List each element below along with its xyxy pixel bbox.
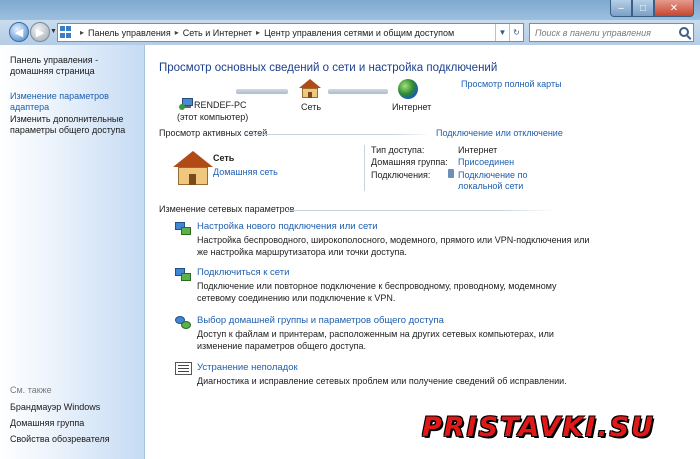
- forward-button[interactable]: ▶: [30, 22, 50, 42]
- map-connector: [328, 89, 388, 94]
- search-input[interactable]: Поиск в панели управления: [529, 23, 694, 42]
- homegroup-link[interactable]: Присоединен: [458, 157, 514, 167]
- lan-connection-link[interactable]: Подключение по локальной сети: [458, 170, 538, 192]
- connections-label: Подключения:: [371, 170, 431, 180]
- minimize-button[interactable]: –: [610, 0, 632, 17]
- divider: [288, 210, 554, 211]
- task-connect-network-desc: Подключение или повторное подключение к …: [197, 281, 557, 303]
- maximize-button[interactable]: □: [632, 0, 654, 17]
- back-button[interactable]: ◀: [9, 22, 29, 42]
- homegroup-label: Домашняя группа:: [371, 157, 448, 167]
- breadcrumb-separator-icon[interactable]: ▸: [256, 28, 260, 37]
- new-connection-icon: [175, 220, 191, 236]
- breadcrumb-network-internet[interactable]: Сеть и Интернет: [183, 28, 252, 38]
- main-panel: Просмотр основных сведений о сети и наст…: [146, 45, 700, 459]
- access-type-label: Тип доступа:: [371, 145, 425, 155]
- connect-network-icon: [175, 266, 191, 282]
- network-map-label: Сеть: [301, 102, 322, 112]
- breadcrumb-separator-icon[interactable]: ▸: [175, 28, 179, 37]
- task-homegroup-sharing[interactable]: Выбор домашней группы и параметров общег…: [197, 315, 444, 326]
- task-new-connection[interactable]: Настройка нового подключения или сети: [197, 221, 378, 232]
- divider: [364, 145, 365, 191]
- internet-map-label: Интернет: [392, 102, 432, 112]
- sidebar-home-link[interactable]: Панель управления - домашняя страница: [10, 55, 138, 77]
- page-title: Просмотр основных сведений о сети и наст…: [159, 62, 498, 74]
- refresh-icon[interactable]: ↻: [509, 24, 523, 41]
- task-troubleshoot-desc: Диагностика и исправление сетевых пробле…: [197, 376, 567, 386]
- see-also-browser-properties[interactable]: Свойства обозревателя: [10, 434, 138, 445]
- site-watermark: PRISTAVKI.SU: [422, 412, 655, 443]
- close-button[interactable]: ✕: [654, 0, 694, 17]
- see-also-homegroup[interactable]: Домашняя группа: [10, 418, 138, 429]
- breadcrumb-separator-icon[interactable]: ▸: [80, 28, 84, 37]
- control-panel-icon: [60, 26, 73, 39]
- homegroup-icon: [175, 314, 191, 330]
- breadcrumb-network-center[interactable]: Центр управления сетями и общим доступом: [264, 28, 454, 38]
- see-also-heading: См. также: [10, 385, 52, 395]
- search-icon[interactable]: [679, 27, 689, 37]
- title-bar: – □ ✕: [0, 0, 700, 20]
- network-house-icon[interactable]: [299, 79, 321, 98]
- change-settings-heading: Изменение сетевых параметров: [159, 204, 295, 214]
- troubleshoot-icon: [175, 362, 192, 375]
- full-map-link[interactable]: Просмотр полной карты: [461, 79, 562, 89]
- ethernet-icon: [448, 169, 454, 178]
- sidebar: Панель управления - домашняя страница Из…: [0, 45, 145, 459]
- home-network-icon: [173, 151, 213, 185]
- internet-globe-icon[interactable]: [398, 79, 418, 99]
- task-connect-network[interactable]: Подключиться к сети: [197, 267, 289, 278]
- sidebar-item-sharing-settings[interactable]: Изменить дополнительные параметры общего…: [10, 114, 138, 136]
- active-network-name: Сеть: [213, 153, 235, 163]
- access-type-value: Интернет: [458, 145, 498, 155]
- divider: [246, 134, 431, 135]
- computer-name: RENDEF-PC: [194, 100, 247, 110]
- computer-subtitle: (этот компьютер): [177, 112, 249, 122]
- address-dropdown-icon[interactable]: ▼: [495, 24, 509, 41]
- breadcrumb-control-panel[interactable]: Панель управления: [88, 28, 171, 38]
- connect-disconnect-link[interactable]: Подключение или отключение: [436, 128, 563, 138]
- recent-pages-icon[interactable]: ▼: [50, 28, 57, 35]
- sidebar-item-adapter-settings[interactable]: Изменение параметров адаптера: [10, 91, 138, 113]
- address-bar[interactable]: ▸ Панель управления ▸ Сеть и Интернет ▸ …: [57, 23, 524, 42]
- task-homegroup-sharing-desc: Доступ к файлам и принтерам, расположенн…: [197, 329, 554, 351]
- task-troubleshoot[interactable]: Устранение неполадок: [197, 362, 298, 373]
- address-toolbar: ◀ ▶ ▼ ▸ Панель управления ▸ Сеть и Интер…: [0, 20, 700, 45]
- window-controls: – □ ✕: [610, 0, 694, 17]
- map-connector: [236, 89, 288, 94]
- active-network-type-link[interactable]: Домашняя сеть: [213, 167, 278, 177]
- see-also-firewall[interactable]: Брандмауэр Windows: [10, 402, 138, 413]
- active-networks-heading: Просмотр активных сетей: [159, 128, 268, 138]
- search-placeholder: Поиск в панели управления: [535, 27, 651, 38]
- task-new-connection-desc: Настройка беспроводного, широкополосного…: [197, 235, 590, 257]
